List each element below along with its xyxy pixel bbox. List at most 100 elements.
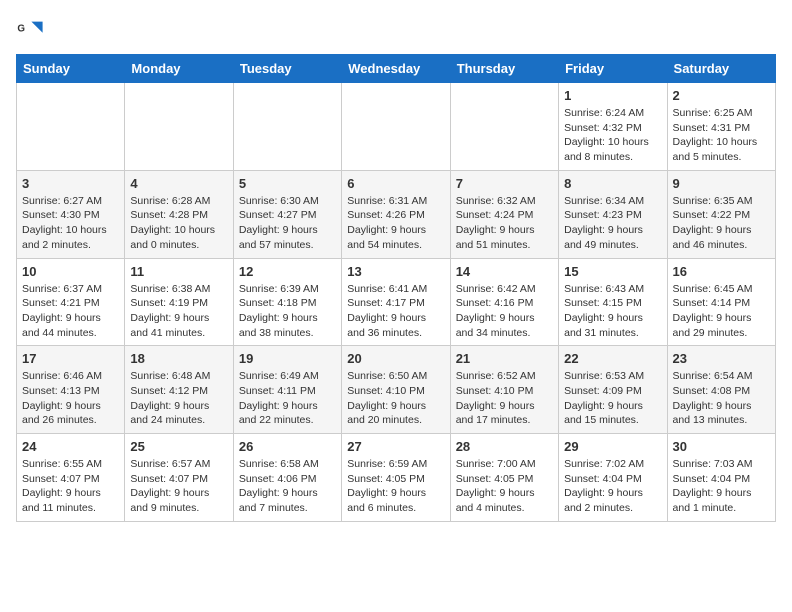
day-info: Sunrise: 6:37 AM Sunset: 4:21 PM Dayligh…: [22, 282, 119, 341]
day-header-tuesday: Tuesday: [233, 55, 341, 83]
calendar-cell: [342, 83, 450, 171]
calendar-cell: 13 Sunrise: 6:41 AM Sunset: 4:17 PM Dayli…: [342, 258, 450, 346]
day-number: 27: [347, 439, 444, 454]
calendar-week-row: 1 Sunrise: 6:24 AM Sunset: 4:32 PM Daylig…: [17, 83, 776, 171]
day-number: 13: [347, 264, 444, 279]
calendar-cell: 29 Sunrise: 7:02 AM Sunset: 4:04 PM Dayli…: [559, 434, 667, 522]
day-header-friday: Friday: [559, 55, 667, 83]
calendar-cell: 15 Sunrise: 6:43 AM Sunset: 4:15 PM Dayli…: [559, 258, 667, 346]
calendar-cell: [17, 83, 125, 171]
day-number: 1: [564, 88, 661, 103]
calendar-week-row: 10 Sunrise: 6:37 AM Sunset: 4:21 PM Dayli…: [17, 258, 776, 346]
calendar-cell: 19 Sunrise: 6:49 AM Sunset: 4:11 PM Dayli…: [233, 346, 341, 434]
calendar-cell: 14Sunrise: 6:42 AM Sunset: 4:16 PM Dayli…: [450, 258, 558, 346]
calendar-cell: 24 Sunrise: 6:55 AM Sunset: 4:07 PM Dayli…: [17, 434, 125, 522]
day-info: Sunrise: 6:32 AM Sunset: 4:24 PM Dayligh…: [456, 194, 553, 253]
calendar-cell: 17 Sunrise: 6:46 AM Sunset: 4:13 PM Dayli…: [17, 346, 125, 434]
calendar-week-row: 24 Sunrise: 6:55 AM Sunset: 4:07 PM Dayli…: [17, 434, 776, 522]
calendar-cell: 10 Sunrise: 6:37 AM Sunset: 4:21 PM Dayli…: [17, 258, 125, 346]
calendar-cell: 20 Sunrise: 6:50 AM Sunset: 4:10 PM Dayli…: [342, 346, 450, 434]
day-number: 18: [130, 351, 227, 366]
calendar-week-row: 17 Sunrise: 6:46 AM Sunset: 4:13 PM Dayli…: [17, 346, 776, 434]
day-number: 20: [347, 351, 444, 366]
day-info: Sunrise: 7:02 AM Sunset: 4:04 PM Dayligh…: [564, 457, 661, 516]
calendar-cell: 30 Sunrise: 7:03 AM Sunset: 4:04 PM Dayli…: [667, 434, 775, 522]
day-info: Sunrise: 6:50 AM Sunset: 4:10 PM Dayligh…: [347, 369, 444, 428]
day-number: 24: [22, 439, 119, 454]
day-info: Sunrise: 6:52 AM Sunset: 4:10 PM Dayligh…: [456, 369, 553, 428]
day-info: Sunrise: 6:35 AM Sunset: 4:22 PM Dayligh…: [673, 194, 770, 253]
day-info: Sunrise: 6:43 AM Sunset: 4:15 PM Dayligh…: [564, 282, 661, 341]
day-number: 7: [456, 176, 553, 191]
day-info: Sunrise: 6:41 AM Sunset: 4:17 PM Dayligh…: [347, 282, 444, 341]
day-info: Sunrise: 6:59 AM Sunset: 4:05 PM Dayligh…: [347, 457, 444, 516]
day-info: Sunrise: 6:30 AM Sunset: 4:27 PM Dayligh…: [239, 194, 336, 253]
day-info: Sunrise: 6:48 AM Sunset: 4:12 PM Dayligh…: [130, 369, 227, 428]
calendar-cell: 1 Sunrise: 6:24 AM Sunset: 4:32 PM Daylig…: [559, 83, 667, 171]
day-info: Sunrise: 7:00 AM Sunset: 4:05 PM Dayligh…: [456, 457, 553, 516]
day-number: 30: [673, 439, 770, 454]
day-header-wednesday: Wednesday: [342, 55, 450, 83]
day-number: 2: [673, 88, 770, 103]
calendar-cell: [450, 83, 558, 171]
calendar-cell: 21 Sunrise: 6:52 AM Sunset: 4:10 PM Dayli…: [450, 346, 558, 434]
day-number: 9: [673, 176, 770, 191]
day-number: 25: [130, 439, 227, 454]
day-number: 26: [239, 439, 336, 454]
day-info: Sunrise: 6:46 AM Sunset: 4:13 PM Dayligh…: [22, 369, 119, 428]
logo-icon: G: [16, 16, 44, 44]
day-info: Sunrise: 6:38 AM Sunset: 4:19 PM Dayligh…: [130, 282, 227, 341]
day-number: 10: [22, 264, 119, 279]
day-number: 28: [456, 439, 553, 454]
day-info: Sunrise: 6:57 AM Sunset: 4:07 PM Dayligh…: [130, 457, 227, 516]
svg-text:G: G: [17, 23, 25, 34]
calendar-cell: 5 Sunrise: 6:30 AM Sunset: 4:27 PM Daylig…: [233, 170, 341, 258]
day-number: 3: [22, 176, 119, 191]
day-number: 21: [456, 351, 553, 366]
day-number: 19: [239, 351, 336, 366]
calendar-cell: 7 Sunrise: 6:32 AM Sunset: 4:24 PM Daylig…: [450, 170, 558, 258]
day-number: 17: [22, 351, 119, 366]
day-header-monday: Monday: [125, 55, 233, 83]
day-number: 12: [239, 264, 336, 279]
calendar-week-row: 3Sunrise: 6:27 AM Sunset: 4:30 PM Daylig…: [17, 170, 776, 258]
day-info: Sunrise: 6:24 AM Sunset: 4:32 PM Dayligh…: [564, 106, 661, 165]
day-info: Sunrise: 6:28 AM Sunset: 4:28 PM Dayligh…: [130, 194, 227, 253]
calendar-cell: [233, 83, 341, 171]
day-number: 8: [564, 176, 661, 191]
calendar-cell: 3Sunrise: 6:27 AM Sunset: 4:30 PM Daylig…: [17, 170, 125, 258]
day-header-saturday: Saturday: [667, 55, 775, 83]
day-info: Sunrise: 6:58 AM Sunset: 4:06 PM Dayligh…: [239, 457, 336, 516]
day-number: 23: [673, 351, 770, 366]
day-number: 29: [564, 439, 661, 454]
calendar-cell: 6Sunrise: 6:31 AM Sunset: 4:26 PM Daylig…: [342, 170, 450, 258]
calendar-cell: 4Sunrise: 6:28 AM Sunset: 4:28 PM Daylig…: [125, 170, 233, 258]
day-info: Sunrise: 6:31 AM Sunset: 4:26 PM Dayligh…: [347, 194, 444, 253]
day-number: 5: [239, 176, 336, 191]
calendar-cell: 18 Sunrise: 6:48 AM Sunset: 4:12 PM Dayli…: [125, 346, 233, 434]
calendar-cell: 16 Sunrise: 6:45 AM Sunset: 4:14 PM Dayli…: [667, 258, 775, 346]
calendar-cell: 22 Sunrise: 6:53 AM Sunset: 4:09 PM Dayli…: [559, 346, 667, 434]
calendar-cell: 2Sunrise: 6:25 AM Sunset: 4:31 PM Daylig…: [667, 83, 775, 171]
day-header-thursday: Thursday: [450, 55, 558, 83]
day-info: Sunrise: 6:53 AM Sunset: 4:09 PM Dayligh…: [564, 369, 661, 428]
calendar-cell: 28 Sunrise: 7:00 AM Sunset: 4:05 PM Dayli…: [450, 434, 558, 522]
calendar-cell: 27 Sunrise: 6:59 AM Sunset: 4:05 PM Dayli…: [342, 434, 450, 522]
day-number: 22: [564, 351, 661, 366]
logo: G: [16, 16, 48, 44]
day-number: 16: [673, 264, 770, 279]
day-number: 14: [456, 264, 553, 279]
calendar-cell: 23Sunrise: 6:54 AM Sunset: 4:08 PM Dayli…: [667, 346, 775, 434]
day-number: 15: [564, 264, 661, 279]
day-info: Sunrise: 6:49 AM Sunset: 4:11 PM Dayligh…: [239, 369, 336, 428]
day-info: Sunrise: 6:45 AM Sunset: 4:14 PM Dayligh…: [673, 282, 770, 341]
page-header: G: [16, 16, 776, 44]
day-header-sunday: Sunday: [17, 55, 125, 83]
calendar-cell: 12Sunrise: 6:39 AM Sunset: 4:18 PM Dayli…: [233, 258, 341, 346]
calendar-cell: 11Sunrise: 6:38 AM Sunset: 4:19 PM Dayli…: [125, 258, 233, 346]
calendar-cell: 8 Sunrise: 6:34 AM Sunset: 4:23 PM Daylig…: [559, 170, 667, 258]
day-info: Sunrise: 7:03 AM Sunset: 4:04 PM Dayligh…: [673, 457, 770, 516]
calendar-cell: 26 Sunrise: 6:58 AM Sunset: 4:06 PM Dayli…: [233, 434, 341, 522]
day-info: Sunrise: 6:34 AM Sunset: 4:23 PM Dayligh…: [564, 194, 661, 253]
day-info: Sunrise: 6:55 AM Sunset: 4:07 PM Dayligh…: [22, 457, 119, 516]
